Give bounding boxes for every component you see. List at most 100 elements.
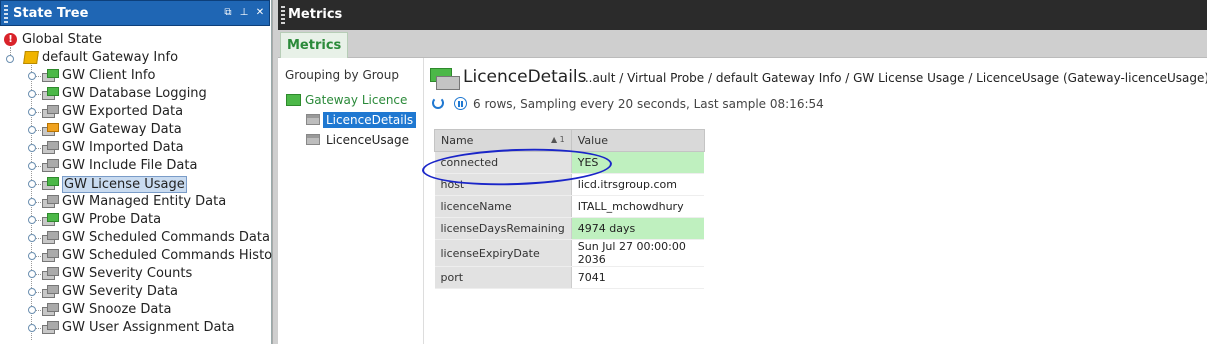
state-tree-panel: State Tree ⧉ ⊥ ✕ ! Global State default … [0, 0, 307, 344]
expand-toggle-icon[interactable] [28, 144, 36, 152]
sort-ascending-icon: ▲ 1 [550, 135, 565, 144]
tree-item-label: GW Gateway Data [62, 122, 182, 137]
cell-name: port [434, 266, 572, 289]
table-row[interactable]: port 7041 [434, 266, 705, 289]
tab-bar: Metrics [278, 30, 1207, 58]
metrics-header: Metrics [278, 0, 1207, 30]
sampler-icon [42, 213, 59, 226]
metrics-panel: Metrics Metrics Grouping by Group Gatewa… [278, 0, 1207, 344]
tree-item-label: GW Probe Data [62, 212, 162, 227]
dataview-icon [306, 134, 320, 145]
tree-item[interactable]: GW Probe Data [28, 211, 268, 229]
refresh-icon[interactable] [432, 97, 444, 109]
tab-metrics[interactable]: Metrics [280, 32, 349, 58]
tree-item[interactable]: GW Snooze Data [28, 301, 268, 319]
cell-name: licenceName [434, 195, 572, 218]
tree-item[interactable]: GW License Usage [28, 175, 268, 193]
collapse-toggle-icon[interactable] [6, 55, 14, 63]
tree-root[interactable]: ! Global State [4, 31, 264, 49]
sampler-icon [42, 321, 59, 334]
folder-icon [23, 51, 39, 64]
sampler-icon [42, 69, 59, 82]
drag-grip-icon[interactable] [281, 6, 285, 24]
column-header-label: Name [441, 134, 474, 147]
expand-toggle-icon[interactable] [28, 162, 36, 170]
expand-toggle-icon[interactable] [28, 198, 36, 206]
table-row[interactable]: licenceName ITALL_mchowdhury [434, 195, 705, 218]
sampler-icon [42, 303, 59, 316]
pause-icon[interactable] [454, 97, 467, 110]
column-header-value[interactable]: Value [570, 129, 705, 152]
dataview-path: ...ault / Virtual Probe / default Gatewa… [581, 71, 1207, 85]
tree-item-label: GW Database Logging [62, 86, 207, 101]
table-row[interactable]: connected YES [434, 151, 705, 174]
cell-name: licenseExpiryDate [434, 239, 572, 267]
folder-icon [286, 94, 301, 106]
sampler-icon [42, 195, 59, 208]
expand-toggle-icon[interactable] [28, 288, 36, 296]
tree-item-label: GW User Assignment Data [62, 320, 235, 335]
expand-toggle-icon[interactable] [28, 126, 36, 134]
tree-item-label: GW Severity Data [62, 284, 178, 299]
table-row[interactable]: host licd.itrsgroup.com [434, 173, 705, 196]
group-item-label: LicenceUsage [326, 133, 409, 147]
table-row[interactable]: licenseDaysRemaining 4974 days [434, 217, 705, 240]
tree-item-label: GW Scheduled Commands History Da [62, 248, 308, 263]
expand-toggle-icon[interactable] [28, 306, 36, 314]
metrics-table: Name ▲ 1 Value connected YES host licd.itrs… [434, 129, 705, 289]
table-row[interactable]: licenseExpiryDate Sun Jul 27 00:00:00 203… [434, 239, 705, 267]
dataview-icon [306, 114, 320, 125]
sampler-icon [42, 231, 59, 244]
tree-item[interactable]: GW Scheduled Commands History Da [28, 247, 307, 265]
tree-item[interactable]: GW User Assignment Data [28, 319, 268, 337]
sampler-icon [42, 285, 59, 298]
expand-toggle-icon[interactable] [28, 108, 36, 116]
expand-toggle-icon[interactable] [28, 270, 36, 278]
cell-name: connected [434, 151, 572, 174]
tree-item-label: GW Include File Data [62, 158, 198, 173]
tree-item[interactable]: GW Include File Data [28, 157, 268, 175]
tree-item[interactable]: GW Managed Entity Data [28, 193, 268, 211]
expand-toggle-icon[interactable] [28, 180, 36, 188]
drag-grip-icon[interactable] [4, 5, 8, 23]
cell-value: YES [571, 151, 705, 174]
tree-item[interactable]: GW Imported Data [28, 139, 268, 157]
sampler-icon [42, 267, 59, 280]
sampler-icon [42, 177, 59, 190]
expand-toggle-icon[interactable] [28, 216, 36, 224]
cell-value: 7041 [571, 266, 705, 289]
tree-item[interactable]: GW Severity Data [28, 283, 268, 301]
cell-value: ITALL_mchowdhury [571, 195, 705, 218]
column-header-name[interactable]: Name ▲ 1 [434, 129, 572, 152]
grouping-pane: Grouping by Group Gateway Licence Licenc… [278, 58, 424, 344]
sampler-icon [42, 249, 59, 262]
error-icon: ! [4, 33, 17, 46]
sampling-status: 6 rows, Sampling every 20 seconds, Last … [473, 97, 824, 111]
tree-item[interactable]: GW Database Logging [28, 85, 268, 103]
tree-item-label: GW Exported Data [62, 104, 184, 119]
expand-toggle-icon[interactable] [28, 252, 36, 260]
dataview-detail: LicenceDetails ...ault / Virtual Probe /… [421, 58, 1207, 344]
cell-name: host [434, 173, 572, 196]
expand-toggle-icon[interactable] [28, 324, 36, 332]
restore-icon[interactable]: ⧉ [223, 7, 233, 18]
expand-toggle-icon[interactable] [28, 234, 36, 242]
tree-item[interactable]: GW Scheduled Commands Data [28, 229, 270, 247]
pin-icon[interactable]: ⊥ [239, 7, 249, 18]
group-item-label: LicenceDetails [323, 112, 417, 128]
cell-value: 4974 days [571, 217, 705, 240]
tree-gateway[interactable]: default Gateway Info [4, 49, 264, 67]
group-label[interactable]: Gateway Licence [305, 93, 407, 107]
cell-value: Sun Jul 27 00:00:00 2036 [571, 239, 705, 267]
tree-item[interactable]: GW Exported Data [28, 103, 268, 121]
sampler-icon [42, 105, 59, 118]
tree-item[interactable]: GW Client Info [28, 67, 268, 85]
column-header-label: Value [577, 134, 608, 147]
close-icon[interactable]: ✕ [255, 7, 265, 18]
panel-title: State Tree [13, 6, 89, 21]
dataview-title: LicenceDetails [463, 67, 587, 87]
tree-item[interactable]: GW Gateway Data [28, 121, 268, 139]
expand-toggle-icon[interactable] [28, 72, 36, 80]
tree-item[interactable]: GW Severity Counts [28, 265, 268, 283]
expand-toggle-icon[interactable] [28, 90, 36, 98]
